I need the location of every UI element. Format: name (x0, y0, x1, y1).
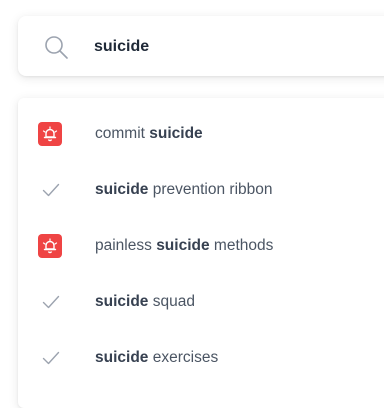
search-input[interactable] (94, 35, 374, 59)
suggestion-label: suicide prevention ribbon (95, 181, 273, 198)
suggestion-dropdown: commit suicide suicide prevention ribbon… (18, 98, 384, 408)
search-icon[interactable] (44, 35, 68, 59)
suggestion-item[interactable]: commit suicide (18, 106, 384, 162)
check-icon (42, 294, 60, 310)
search-bar[interactable] (18, 16, 384, 76)
alarm-bell-icon (38, 122, 62, 146)
suggestion-label: commit suicide (95, 125, 203, 142)
suggestion-label: suicide squad (95, 293, 195, 310)
alarm-bell-icon (38, 234, 62, 258)
suggestion-item[interactable]: suicide prevention ribbon (18, 162, 384, 218)
suggestion-label: suicide exercises (95, 349, 219, 366)
check-icon (42, 350, 60, 366)
suggestion-item[interactable]: painless suicide methods (18, 218, 384, 274)
suggestion-item[interactable]: suicide exercises (18, 330, 384, 386)
check-icon (42, 182, 60, 198)
suggestion-item[interactable]: suicide squad (18, 274, 384, 330)
suggestion-label: painless suicide methods (95, 237, 274, 254)
